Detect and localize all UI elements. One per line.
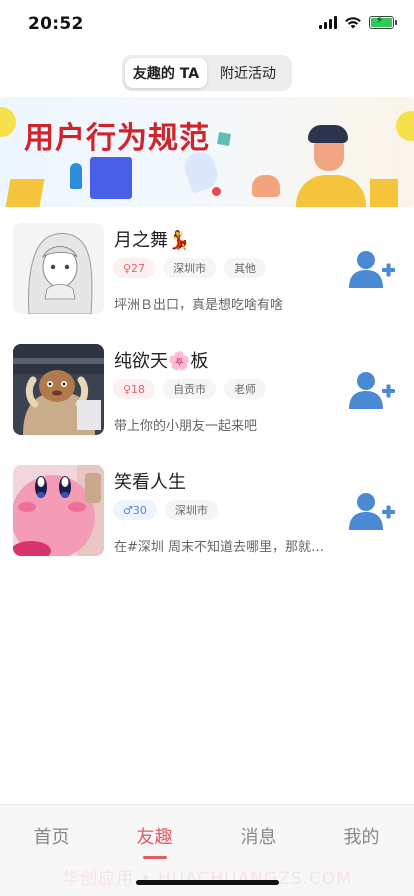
signal-icon: [319, 16, 337, 29]
user-list: 月之舞💃 ♀27 深圳市 其他 坪洲Ｂ出口，真是想吃啥有啥 纯欲天🌸板 ♀18 …: [0, 220, 414, 583]
tab-friends-fun[interactable]: 友趣: [103, 823, 206, 849]
city-badge: 深圳市: [164, 500, 218, 520]
user-tags: ♀18 自贡市 老师: [113, 379, 267, 399]
avatar[interactable]: [13, 465, 104, 556]
add-friend-icon[interactable]: [349, 250, 395, 288]
banner-figure-small: [70, 163, 82, 189]
banner-yellow-circle-right: [396, 111, 414, 141]
banner-yellow-box: [370, 179, 398, 207]
occupation-badge: 老师: [224, 379, 267, 399]
tab-messages[interactable]: 消息: [207, 823, 310, 849]
banner-title: 用户行为规范: [24, 121, 210, 156]
tab-nearby-activities[interactable]: 附近活动: [207, 58, 289, 88]
status-icons: ⚡: [319, 15, 397, 29]
add-friend-icon[interactable]: [349, 371, 395, 409]
user-tags: ♀27 深圳市 其他: [113, 258, 267, 278]
banner-hand-left: [252, 175, 280, 197]
list-item[interactable]: 月之舞💃 ♀27 深圳市 其他 坪洲Ｂ出口，真是想吃啥有啥: [0, 220, 414, 341]
city-badge: 自贡市: [163, 379, 217, 399]
battery-icon: ⚡: [369, 15, 397, 29]
banner-person-hair: [308, 125, 348, 143]
user-name: 笑看人生: [114, 472, 186, 493]
user-bio: 在#深圳 周末不知道去哪里，那就…: [114, 540, 325, 555]
banner-person-body: [296, 175, 366, 207]
user-bio: 坪洲Ｂ出口，真是想吃啥有啥: [114, 298, 284, 313]
city-badge: 深圳市: [163, 258, 217, 278]
banner-blue-square: [90, 157, 132, 199]
tab-friends[interactable]: 友趣的 TA: [125, 58, 207, 88]
status-bar: 20:52 ⚡: [0, 0, 414, 50]
status-time: 20:52: [28, 14, 84, 34]
banner[interactable]: 用户行为规范: [0, 97, 414, 207]
banner-yellow-block: [5, 179, 45, 207]
user-name: 纯欲天🌸板: [114, 351, 209, 372]
wifi-icon: [345, 17, 361, 29]
banner-teal-square: [217, 132, 231, 146]
list-item[interactable]: 笑看人生 ♂30 深圳市 在#深圳 周末不知道去哪里，那就…: [0, 462, 414, 583]
occupation-badge: 其他: [224, 258, 267, 278]
list-item[interactable]: 纯欲天🌸板 ♀18 自贡市 老师 带上你的小朋友一起来吧: [0, 341, 414, 462]
add-friend-icon[interactable]: [349, 492, 395, 530]
gender-age-badge: ♀27: [113, 258, 156, 278]
watermark: 华创应用 • HUACHUANGZS.COM: [62, 869, 352, 889]
user-bio: 带上你的小朋友一起来吧: [114, 419, 258, 434]
user-name: 月之舞💃: [114, 230, 191, 251]
segment-control: 友趣的 TA 附近活动: [122, 55, 292, 91]
tab-profile[interactable]: 我的: [310, 823, 413, 849]
gender-age-badge: ♂30: [113, 500, 157, 520]
user-tags: ♂30 深圳市: [113, 500, 218, 520]
avatar[interactable]: [13, 344, 104, 435]
tab-home[interactable]: 首页: [0, 823, 103, 849]
avatar[interactable]: [13, 223, 104, 314]
active-tab-indicator: [143, 856, 167, 859]
banner-yellow-circle: [0, 107, 16, 137]
home-indicator: [136, 880, 279, 885]
gender-age-badge: ♀18: [113, 379, 156, 399]
banner-red-dot: [212, 187, 221, 196]
